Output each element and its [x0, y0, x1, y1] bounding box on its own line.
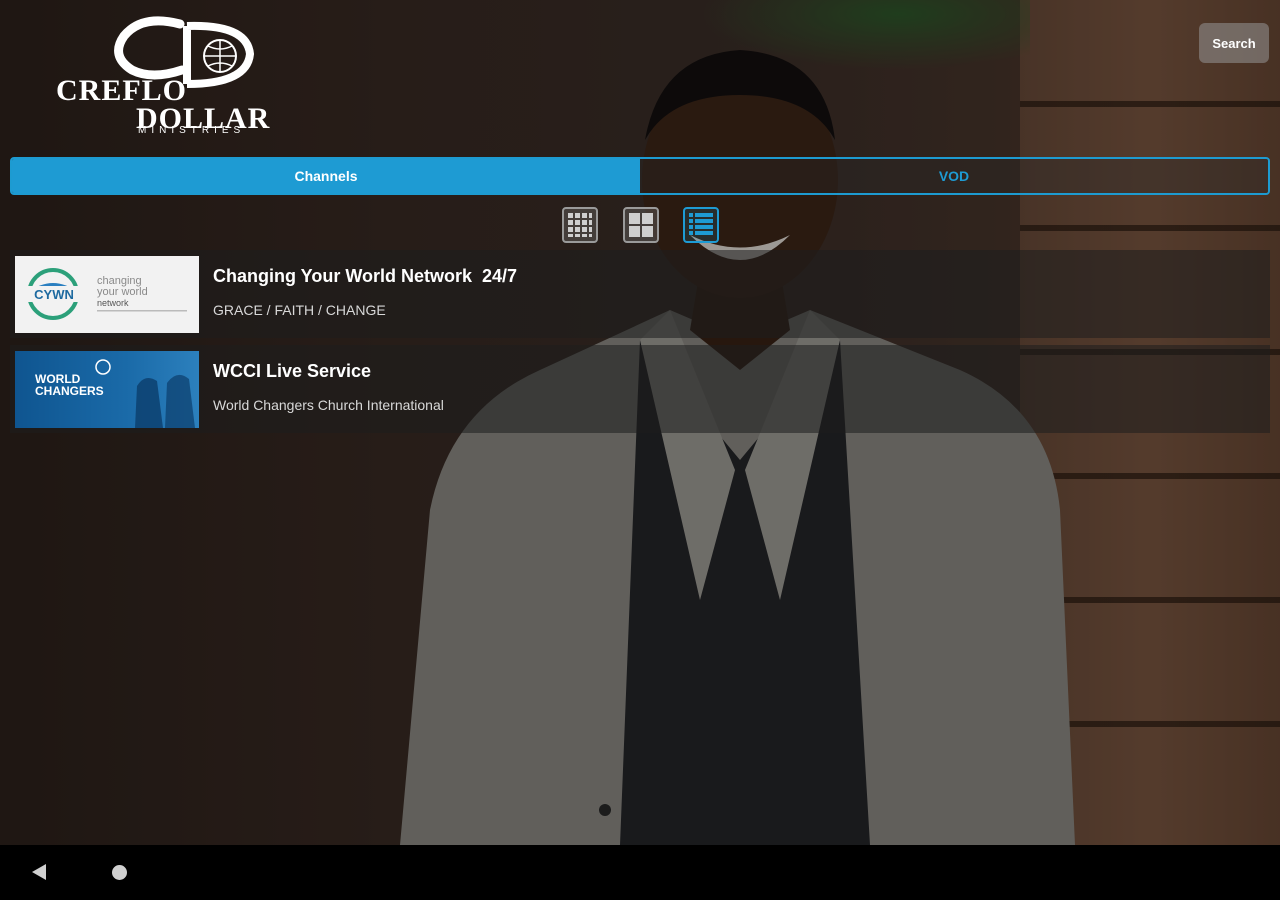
tab-vod[interactable]: VOD	[640, 159, 1268, 193]
channel-title: WCCI Live Service	[213, 361, 372, 381]
list-item[interactable]: WORLD CHANGERS WCCI Live Service World C…	[10, 345, 1270, 433]
creflo-dollar-logo: CREFLO DOLLAR MINISTRIES	[54, 14, 269, 138]
cywn-line-2: your world	[97, 286, 148, 298]
grid-large-icon[interactable]	[623, 207, 659, 243]
channel-subtitle: GRACE / FAITH / CHANGE	[213, 302, 386, 318]
wcci-line-2: CHANGERS	[35, 384, 104, 398]
channel-title: Changing Your World Network 24/7	[213, 266, 518, 286]
tab-channels[interactable]: Channels	[12, 159, 640, 193]
grid-small-icon[interactable]	[562, 207, 598, 243]
channel-thumbnail: CYWN changing your world network	[15, 256, 199, 333]
cywn-badge: CYWN	[34, 287, 74, 302]
list-item[interactable]: CYWN changing your world network Changin…	[10, 250, 1270, 338]
system-nav-bar	[0, 845, 1280, 900]
world-changers-logo-icon: WORLD CHANGERS	[35, 359, 195, 428]
logo-word-ministries: MINISTRIES	[138, 125, 246, 136]
channel-thumbnail: WORLD CHANGERS	[15, 351, 199, 428]
search-button[interactable]: Search	[1199, 23, 1269, 63]
content-tabs: Channels VOD	[10, 157, 1270, 195]
channel-subtitle: World Changers Church International	[213, 397, 444, 413]
home-icon[interactable]	[111, 864, 128, 881]
list-view-icon[interactable]	[683, 207, 719, 243]
view-mode-switcher	[562, 207, 720, 245]
back-icon[interactable]	[30, 863, 48, 881]
cywn-logo-icon: CYWN changing your world network	[21, 268, 187, 320]
cywn-line-3: network	[97, 298, 129, 308]
